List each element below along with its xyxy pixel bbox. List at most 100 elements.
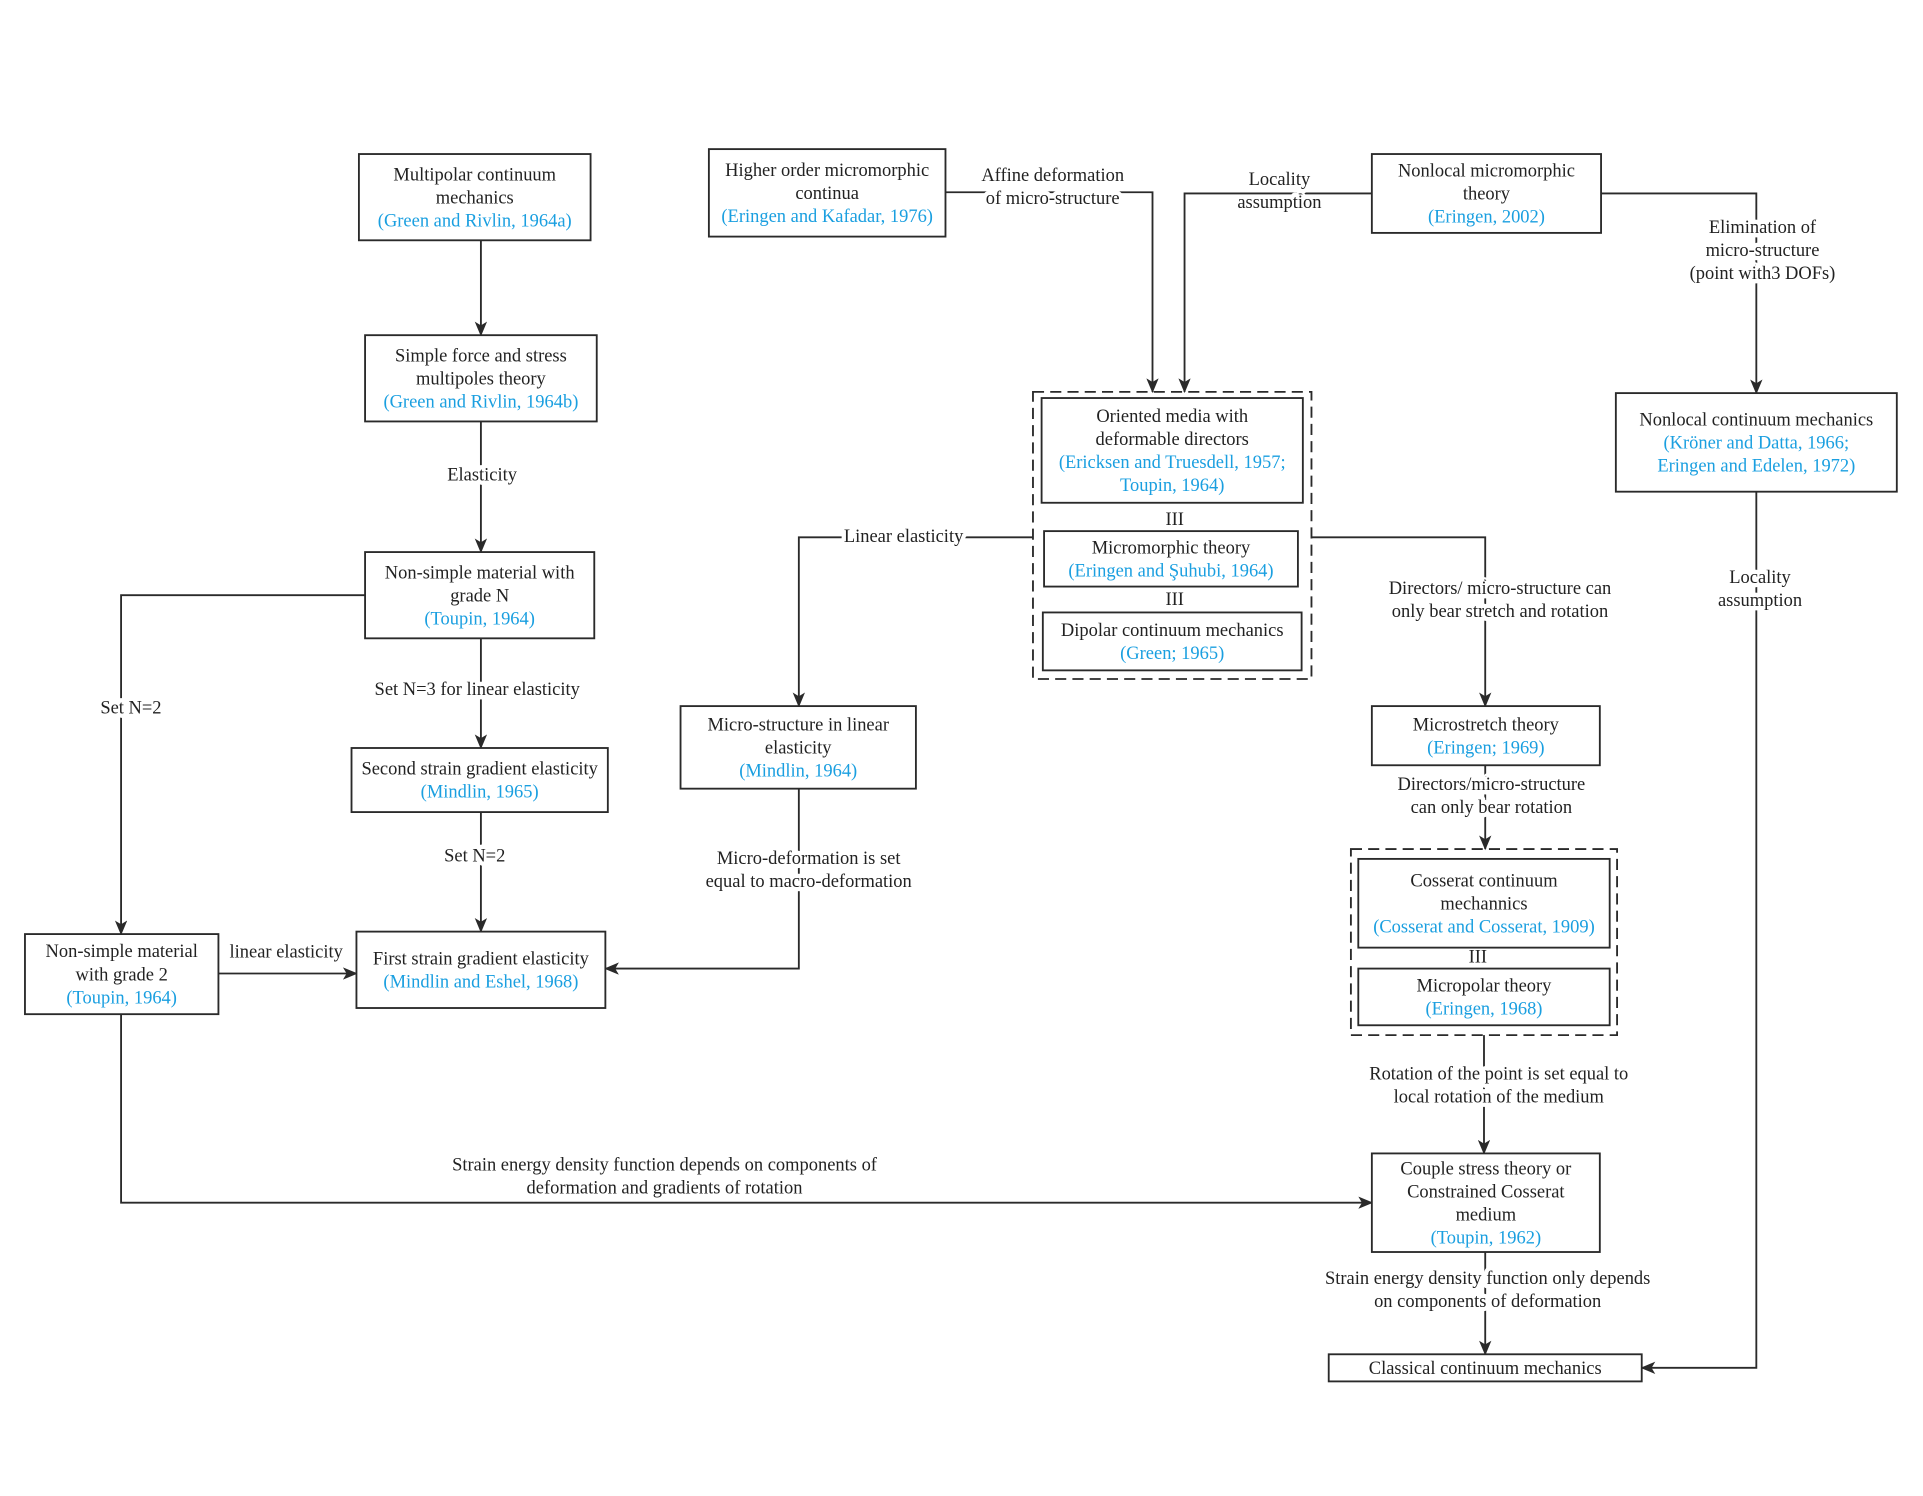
- node-title: grade N: [450, 585, 509, 605]
- node-oriented: Oriented media with deformable directors (…: [1040, 397, 1304, 504]
- edge-label-line: assumption: [1237, 192, 1321, 212]
- node-citation: (Mindlin, 1965): [421, 782, 539, 803]
- node-micromorphic: Micromorphic theory (Eringen and Şuhubi, …: [1043, 530, 1299, 588]
- node-higher-order: Higher order micromorphic continua (Eringe…: [707, 148, 947, 238]
- node-citation: (Eringen, 1968): [1426, 999, 1543, 1020]
- node-title: Nonlocal continuum mechanics: [1639, 410, 1873, 430]
- node-title: First strain gradient elasticity: [373, 948, 590, 968]
- node-citation: (Toupin, 1962): [1431, 1227, 1542, 1248]
- node-citation: (Green; 1965): [1120, 643, 1224, 664]
- node-citation: (Green and Rivlin, 1964b): [383, 392, 578, 413]
- node-title: deformable directors: [1096, 429, 1249, 449]
- edge-label: Micro-deformation is set equal to macro-d…: [706, 848, 912, 891]
- node-title: Second strain gradient elasticity: [361, 759, 598, 779]
- node-second-strain: Second strain gradient elasticity (Mindli…: [350, 747, 609, 814]
- edge-label-line: equal to macro-deformation: [706, 871, 912, 891]
- node-title: Micropolar theory: [1417, 976, 1553, 996]
- node-title: with grade 2: [76, 964, 168, 984]
- edge-label-line: on components of deformation: [1374, 1291, 1601, 1311]
- node-citation: (Ericksen and Truesdell, 1957;: [1059, 452, 1286, 473]
- node-nonsimple-n: Non-simple material with grade N (Toupin, …: [364, 551, 596, 640]
- node-citation: (Eringen; 1969): [1427, 737, 1544, 758]
- edge-label-line: Affine deformation: [981, 165, 1124, 185]
- arrow-nonlocal-cont-to-classical: [1640, 491, 1758, 1375]
- node-citation: (Toupin, 1964): [424, 608, 535, 629]
- node-multipolar: Multipolar continuum mechanics (Green and …: [357, 153, 592, 242]
- edge-label-line: of micro-structure: [986, 188, 1120, 208]
- node-title: Microstretch theory: [1413, 714, 1560, 734]
- edge-label: Elasticity: [447, 465, 518, 485]
- edge-label-line: linear elasticity: [230, 941, 344, 961]
- node-cosserat: Cosserat continuum mechannics (Cosserat an…: [1357, 857, 1611, 949]
- equivalence-icon: III: [1165, 589, 1183, 609]
- node-title: Micro-structure in linear: [707, 715, 889, 735]
- node-title: Nonlocal micromorphic: [1398, 161, 1575, 181]
- node-simple-force: Simple force and stress multipoles theory…: [364, 334, 598, 423]
- edge-label-line: deformation and gradients of rotation: [527, 1178, 803, 1198]
- edge-label-line: Micro-deformation is set: [717, 848, 901, 868]
- node-title: Simple force and stress: [395, 345, 567, 365]
- edge-label-line: Set N=2: [444, 845, 505, 865]
- edge-label: Directors/ micro-structure can only bear …: [1389, 578, 1612, 621]
- node-title: Non-simple material with: [385, 562, 575, 582]
- node-title: multipoles theory: [416, 368, 547, 388]
- edge-label-line: micro-structure: [1706, 240, 1820, 260]
- edge-label: Affine deformation of micro-structure: [981, 165, 1124, 208]
- equivalence-icon: III: [1469, 946, 1487, 966]
- node-title: theory: [1463, 184, 1511, 204]
- node-title: Couple stress theory or: [1400, 1158, 1571, 1178]
- arrow-micromorphic-group-to-micro-linear: [792, 536, 1033, 708]
- node-title: continua: [795, 183, 859, 203]
- edge-label-line: Set N=3 for linear elasticity: [375, 679, 581, 699]
- node-citation: (Kröner and Datta, 1966;: [1663, 433, 1849, 454]
- node-nonlocal-micro: Nonlocal micromorphic theory (Eringen, 200…: [1370, 153, 1602, 234]
- node-title: Oriented media with: [1096, 406, 1248, 426]
- edge-label-line: Linear elasticity: [844, 526, 964, 546]
- edge-label-line: Set N=2: [100, 697, 161, 717]
- edge-label: Set N=3 for linear elasticity: [375, 679, 581, 699]
- edge-label: Locality assumption: [1237, 169, 1321, 212]
- edge-label-line: Strain energy density function only depe…: [1325, 1268, 1650, 1288]
- edge-label-line: Elasticity: [447, 465, 518, 485]
- edge-label-line: Directors/micro-structure: [1398, 774, 1586, 794]
- edge-label-line: Rotation of the point is set equal to: [1369, 1063, 1628, 1083]
- edge-label-line: (point with3 DOFs): [1690, 263, 1836, 284]
- node-citation: (Eringen and Kafadar, 1976): [721, 206, 933, 227]
- node-citation: (Toupin, 1964): [66, 987, 177, 1008]
- diagram-canvas: Multipolar continuum mechanics (Green and …: [24, 148, 1898, 1383]
- edge-label-line: Directors/ micro-structure can: [1389, 578, 1612, 598]
- node-dipolar: Dipolar continuum mechanics (Green; 1965): [1041, 611, 1303, 672]
- edge-label-line: Locality: [1249, 169, 1311, 189]
- edge-label-line: Strain energy density function depends o…: [452, 1155, 878, 1175]
- edge-label: Set N=2: [100, 697, 161, 717]
- edge-label-line: only bear stretch and rotation: [1392, 601, 1608, 621]
- edge-label: Rotation of the point is set equal to loc…: [1369, 1063, 1628, 1106]
- node-nonsimple-2: Non-simple material with grade 2 (Toupin, …: [24, 933, 220, 1016]
- node-couple: Couple stress theory or Constrained Cosse…: [1370, 1152, 1601, 1253]
- edge-label: Directors/micro-structure can only bear r…: [1398, 774, 1586, 817]
- arrow-micromorphic-group-to-microstretch: [1311, 536, 1492, 708]
- node-citation: (Eringen, 2002): [1428, 207, 1545, 228]
- node-micro-linear: Micro-structure in linear elasticity (Mind…: [679, 705, 917, 790]
- node-title: mechanics: [436, 187, 514, 207]
- edge-label-line: Locality: [1729, 567, 1791, 587]
- node-micropolar: Micropolar theory (Eringen, 1968): [1357, 967, 1611, 1027]
- node-title: medium: [1456, 1204, 1517, 1224]
- node-title: elasticity: [765, 738, 832, 758]
- node-classical: Classical continuum mechanics: [1327, 1353, 1643, 1383]
- node-box: [350, 747, 609, 814]
- arrow-nonlocal-micro-to-micromorphic-group: [1178, 192, 1372, 394]
- equivalence-icon: III: [1165, 509, 1183, 529]
- edge-label-line: assumption: [1718, 590, 1802, 610]
- node-citation: (Mindlin and Eshel, 1968): [383, 971, 578, 992]
- node-citation: (Green and Rivlin, 1964a): [378, 210, 572, 231]
- node-title: Cosserat continuum: [1410, 870, 1558, 890]
- flowchart: Multipolar continuum mechanics (Green and …: [0, 0, 1923, 1496]
- node-citation: (Cosserat and Cosserat, 1909): [1373, 916, 1595, 937]
- node-citation: Toupin, 1964): [1120, 475, 1224, 496]
- node-citation: (Mindlin, 1964): [739, 761, 857, 782]
- node-title: Multipolar continuum: [393, 164, 556, 184]
- node-microstretch: Microstretch theory (Eringen; 1969): [1370, 705, 1601, 767]
- node-title: Non-simple material: [46, 941, 198, 961]
- edge-label: Set N=2: [444, 845, 505, 865]
